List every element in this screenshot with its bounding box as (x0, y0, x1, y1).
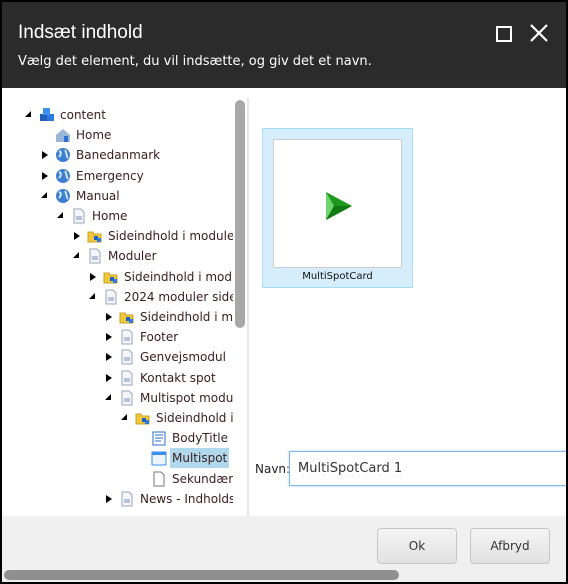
tree-item[interactable]: Manual (3, 186, 233, 206)
tree-item-label: Home (76, 128, 112, 143)
green-play-arrow-icon (326, 192, 352, 220)
collapse-toggle-icon[interactable] (121, 414, 127, 420)
expand-toggle-icon[interactable] (42, 151, 48, 160)
page-icon (121, 349, 133, 365)
tree-item[interactable]: Banedanmark (3, 145, 233, 165)
expand-toggle-icon[interactable] (42, 171, 48, 180)
tree-item[interactable]: News - Indholdsf (3, 489, 233, 509)
tree-vertical-scrollbar[interactable] (235, 100, 245, 328)
tree-item[interactable]: Sideindhold i modu (3, 267, 233, 287)
tree-item[interactable]: BodyTitle (3, 428, 233, 448)
tree-item-label: Genvejsmodul (140, 350, 226, 365)
text-doc-icon (152, 431, 166, 446)
expand-toggle-icon[interactable] (106, 494, 112, 503)
tree-item[interactable]: Sideindhold i mo (3, 307, 233, 327)
tree-item-label: Home (92, 209, 128, 223)
expand-toggle-icon[interactable] (106, 333, 112, 342)
tree-item-label: Sideindhold i modu (124, 269, 233, 284)
globe-icon (56, 188, 70, 203)
tree-item-label: Sideindhold i moduler (108, 229, 233, 244)
collapse-toggle-icon[interactable] (57, 212, 63, 218)
page-icon (105, 289, 117, 305)
tree-item-label: Manual (76, 188, 120, 203)
folder-icon (135, 413, 150, 425)
tree-item[interactable]: Footer (3, 327, 233, 347)
tree-item-label: Banedanmark (76, 148, 161, 163)
template-thumbnail (273, 139, 402, 268)
content-tree: content Home Banedanmark Emergency Manual Hom… (3, 98, 247, 518)
tree-item-label: Kontakt spot (140, 370, 216, 385)
tree-item[interactable]: Kontakt spot (3, 368, 233, 388)
template-label: MultiSpotCard (302, 271, 373, 282)
page-icon (121, 390, 133, 406)
tree-item-label: Emergency (76, 168, 144, 183)
tree-item-label: Sideindhold i (156, 411, 233, 425)
dialog-title: Indsæt indhold (18, 22, 143, 43)
tree-item-label: content (60, 108, 106, 122)
tree-item[interactable]: Sideindhold i moduler (3, 226, 233, 246)
tree-item-label: Multispot modul (140, 390, 233, 405)
content-cubes-icon (40, 108, 54, 121)
dialog-header: Indsæt indhold Vælg det element, du vil … (2, 2, 566, 88)
expand-toggle-icon[interactable] (106, 313, 112, 321)
tree-item[interactable]: Sekundært (3, 469, 233, 489)
expand-toggle-icon[interactable] (106, 373, 112, 382)
page-icon (121, 491, 133, 507)
tree-item[interactable]: Emergency (3, 166, 233, 186)
collapse-toggle-icon[interactable] (25, 111, 31, 117)
tree-item[interactable]: Multispot modul (3, 388, 233, 408)
tree-item[interactable]: content (3, 105, 233, 125)
panel-divider[interactable] (247, 98, 249, 518)
tree-item[interactable]: Home (3, 206, 233, 226)
collapse-toggle-icon[interactable] (105, 393, 111, 400)
page-icon (121, 370, 133, 386)
globe-icon (56, 148, 70, 163)
folder-icon (103, 272, 118, 284)
page-icon (73, 208, 85, 224)
cancel-button[interactable]: Afbryd (470, 528, 550, 564)
tree-item[interactable]: Multispot (3, 448, 233, 469)
tree-item[interactable]: Moduler (3, 246, 233, 266)
dialog-subtitle: Vælg det element, du vil indsætte, og gi… (18, 54, 372, 69)
tree-item-label: Footer (140, 330, 179, 345)
ok-button[interactable]: Ok (377, 528, 457, 564)
globe-icon (56, 168, 70, 183)
page-icon (89, 248, 101, 264)
tree-item[interactable]: Sideindhold i (3, 408, 233, 428)
tree-item-label: Sideindhold i mo (140, 310, 233, 324)
collapse-toggle-icon[interactable] (89, 292, 95, 299)
expand-toggle-icon[interactable] (90, 272, 96, 281)
page-icon (121, 329, 133, 345)
window-icon (151, 451, 167, 466)
collapse-toggle-icon[interactable] (73, 252, 79, 259)
tree-item-label: 2024 moduler sidet (124, 289, 233, 304)
tree-item[interactable]: Genvejsmodul (3, 347, 233, 367)
template-multispotcard[interactable]: MultiSpotCard (262, 128, 413, 288)
folder-icon (87, 231, 102, 243)
tree-item-label: Sekundært (172, 471, 233, 486)
tree-item-label: News - Indholdsf (140, 491, 233, 506)
folder-icon (119, 312, 134, 324)
name-label: Navn: (255, 462, 291, 476)
tree-item-label: Multispot (170, 448, 230, 469)
insert-content-dialog: Indsæt indhold Vælg det element, du vil … (2, 2, 566, 582)
blank-doc-icon (153, 471, 165, 487)
expand-toggle-icon[interactable] (74, 232, 80, 241)
horizontal-scrollbar[interactable] (4, 570, 399, 580)
maximize-icon[interactable] (496, 26, 512, 42)
name-input[interactable] (289, 451, 566, 486)
close-icon[interactable] (528, 22, 550, 44)
home-icon (56, 129, 70, 143)
tree-item-label: Moduler (108, 249, 157, 264)
tree-item-label: BodyTitle (172, 431, 229, 446)
collapse-toggle-icon[interactable] (41, 191, 47, 198)
expand-toggle-icon[interactable] (106, 353, 112, 362)
tree-item[interactable]: Home (3, 125, 233, 145)
tree-item[interactable]: 2024 moduler sidet (3, 287, 233, 307)
